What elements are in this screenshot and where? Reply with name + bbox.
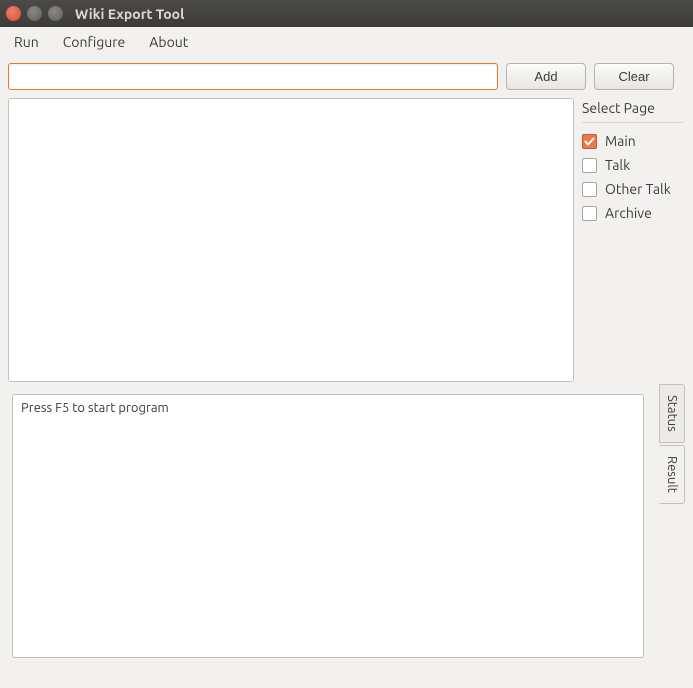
page-list[interactable]	[8, 98, 574, 382]
minimize-icon[interactable]	[27, 6, 42, 21]
checkbox-talk[interactable]	[582, 158, 597, 173]
checkbox-label: Talk	[605, 157, 630, 173]
content-area: Add Clear Select Page Main Talk Other Ta	[0, 57, 693, 658]
checkbox-row-other-talk[interactable]: Other Talk	[582, 177, 683, 201]
add-button[interactable]: Add	[506, 63, 586, 90]
menu-run[interactable]: Run	[10, 31, 43, 53]
maximize-icon[interactable]	[48, 6, 63, 21]
checkbox-label: Archive	[605, 205, 652, 221]
checkbox-archive[interactable]	[582, 206, 597, 221]
side-heading: Select Page	[582, 98, 683, 123]
bottom-area: Press F5 to start program Status Result	[8, 394, 685, 658]
top-row: Add Clear	[8, 63, 685, 90]
checkbox-row-main[interactable]: Main	[582, 129, 683, 153]
check-icon	[584, 136, 595, 147]
output-text: Press F5 to start program	[21, 401, 169, 415]
titlebar: Wiki Export Tool	[0, 0, 693, 27]
output-panel[interactable]: Press F5 to start program	[12, 394, 644, 658]
checkbox-main[interactable]	[582, 134, 597, 149]
checkbox-row-talk[interactable]: Talk	[582, 153, 683, 177]
middle-row: Select Page Main Talk Other Talk Ar	[8, 98, 685, 382]
close-icon[interactable]	[6, 6, 21, 21]
tab-status[interactable]: Status	[659, 384, 685, 443]
page-name-input[interactable]	[8, 63, 498, 90]
checkbox-label: Main	[605, 133, 636, 149]
menu-about[interactable]: About	[145, 31, 192, 53]
window-title: Wiki Export Tool	[75, 6, 184, 22]
vertical-tabs: Status Result	[659, 384, 685, 506]
tab-result[interactable]: Result	[659, 445, 685, 504]
window-controls	[6, 6, 63, 21]
clear-button[interactable]: Clear	[594, 63, 674, 90]
checkbox-row-archive[interactable]: Archive	[582, 201, 683, 225]
menubar: Run Configure About	[0, 27, 693, 57]
side-panel: Select Page Main Talk Other Talk Ar	[580, 98, 685, 382]
checkbox-label: Other Talk	[605, 181, 671, 197]
checkbox-other-talk[interactable]	[582, 182, 597, 197]
menu-configure[interactable]: Configure	[59, 31, 130, 53]
